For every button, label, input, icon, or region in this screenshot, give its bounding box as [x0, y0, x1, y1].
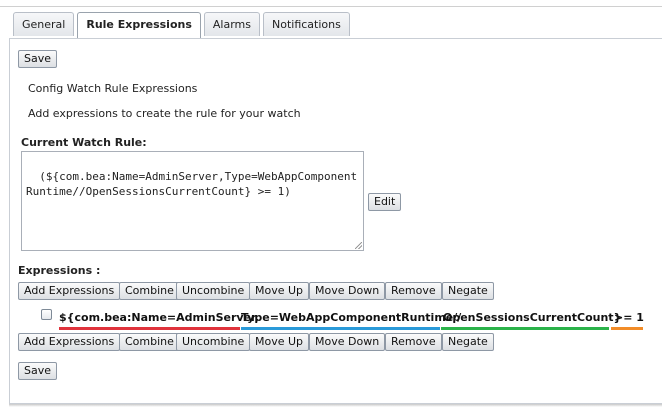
- combine-button-bottom[interactable]: Combine: [119, 333, 180, 351]
- expression-part-instance: ${com.bea:Name=AdminServer,: [59, 311, 260, 324]
- tab-notifications[interactable]: Notifications: [263, 12, 350, 36]
- uncombine-button-bottom[interactable]: Uncombine: [176, 333, 251, 351]
- save-button-bottom[interactable]: Save: [18, 362, 58, 380]
- attribute-underline: [441, 327, 609, 330]
- operator-underline: [611, 327, 643, 330]
- add-expressions-button[interactable]: Add Expressions: [18, 282, 121, 300]
- expressions-label: Expressions :: [18, 264, 101, 277]
- tab-rule-expressions[interactable]: Rule Expressions: [77, 12, 201, 39]
- uncombine-button[interactable]: Uncombine: [176, 282, 251, 300]
- remove-button[interactable]: Remove: [385, 282, 442, 300]
- edit-button[interactable]: Edit: [368, 193, 402, 211]
- remove-button-bottom[interactable]: Remove: [385, 333, 442, 351]
- panel-shadow: [9, 404, 662, 407]
- expression-checkbox[interactable]: [41, 309, 52, 320]
- expression-part-operator: >= 1: [614, 311, 644, 324]
- expression-part-attribute: OpenSessionsCurrentCount}: [443, 311, 622, 324]
- move-up-button-bottom[interactable]: Move Up: [249, 333, 310, 351]
- move-down-button[interactable]: Move Down: [309, 282, 386, 300]
- current-watch-rule-textarea[interactable]: (${com.bea:Name=AdminServer,Type=WebAppC…: [21, 151, 364, 251]
- instance-underline: [59, 327, 240, 330]
- window-top-edge: [0, 0, 662, 7]
- negate-button-bottom[interactable]: Negate: [442, 333, 494, 351]
- resize-grip-icon[interactable]: [355, 242, 362, 249]
- type-underline: [241, 327, 440, 330]
- expression-part-type: Type=WebAppComponentRuntime//: [241, 311, 462, 324]
- negate-button[interactable]: Negate: [442, 282, 494, 300]
- move-up-button[interactable]: Move Up: [249, 282, 310, 300]
- add-expressions-button-bottom[interactable]: Add Expressions: [18, 333, 121, 351]
- tab-general[interactable]: General: [13, 12, 75, 36]
- save-button-top[interactable]: Save: [18, 50, 58, 68]
- combine-button[interactable]: Combine: [119, 282, 180, 300]
- current-watch-rule-text: (${com.bea:Name=AdminServer,Type=WebAppC…: [26, 170, 358, 198]
- move-down-button-bottom[interactable]: Move Down: [309, 333, 386, 351]
- page-description: Add expressions to create the rule for y…: [28, 107, 301, 120]
- tab-alarms[interactable]: Alarms: [203, 12, 260, 36]
- tab-bar: General Rule Expressions Alarms Notifica…: [13, 12, 350, 39]
- page-heading: Config Watch Rule Expressions: [28, 82, 198, 95]
- current-watch-rule-label: Current Watch Rule:: [21, 136, 147, 149]
